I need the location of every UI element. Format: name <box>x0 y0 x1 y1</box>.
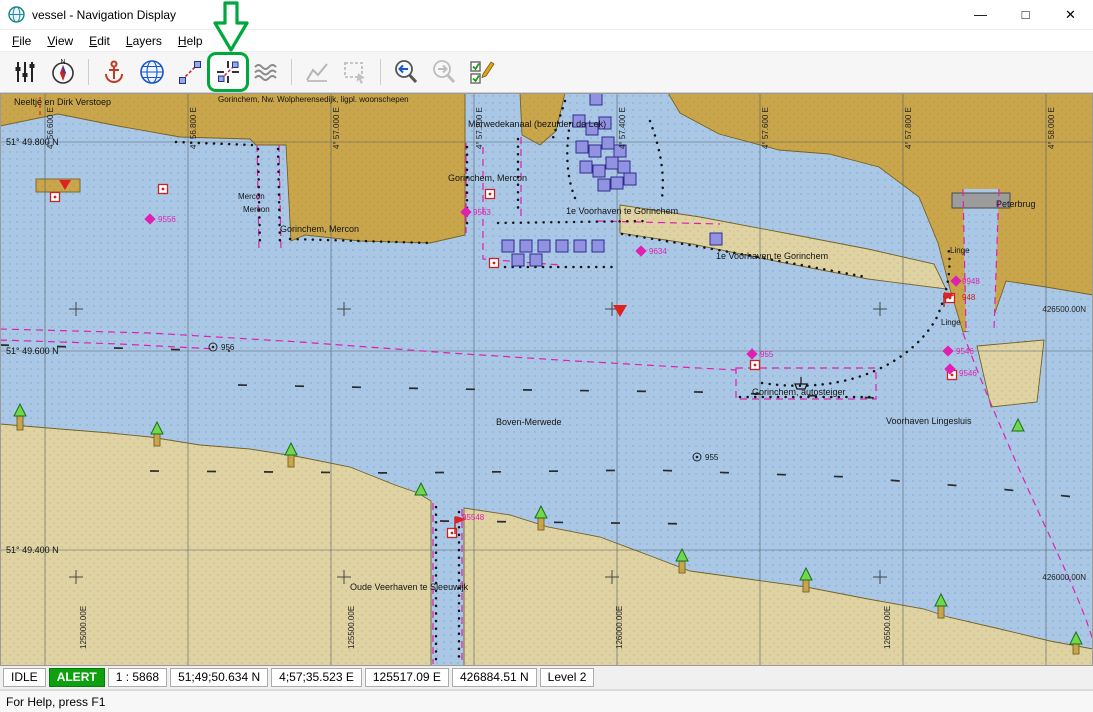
svg-text:Voorhaven Lingesluis: Voorhaven Lingesluis <box>886 416 972 426</box>
route-icon <box>177 59 203 85</box>
svg-text:Linge: Linge <box>941 318 961 327</box>
menu-help[interactable]: Help <box>170 32 211 50</box>
svg-text:4° 57.800 E: 4° 57.800 E <box>904 107 913 149</box>
compass-icon: N <box>49 58 77 86</box>
select-region-button[interactable] <box>337 55 373 89</box>
chart-area[interactable]: Neeltje en Dirk Verstoep Gorinchem, Nw. … <box>0 93 1093 666</box>
status-longitude: 4;57;35.523 E <box>271 668 362 687</box>
svg-text:4° 58.000 E: 4° 58.000 E <box>1047 107 1056 149</box>
svg-text:Gorinchem, autosteiger: Gorinchem, autosteiger <box>752 387 846 397</box>
svg-text:1e Voorhaven te Gorinchem: 1e Voorhaven te Gorinchem <box>716 251 828 261</box>
svg-text:95548: 95548 <box>462 513 485 522</box>
svg-text:9546: 9546 <box>959 369 977 378</box>
globe-icon <box>138 58 166 86</box>
svg-text:Oude Veerhaven te Sleeuwijk: Oude Veerhaven te Sleeuwijk <box>350 582 469 592</box>
menubar: File View Edit Layers Help <box>0 30 1093 52</box>
close-button[interactable]: ✕ <box>1048 0 1093 29</box>
waves-icon <box>252 58 280 86</box>
minimize-button[interactable]: — <box>958 0 1003 29</box>
svg-text:126000.00E: 126000.00E <box>615 606 624 649</box>
svg-text:9634: 9634 <box>649 247 667 256</box>
waves-button[interactable] <box>248 55 284 89</box>
svg-text:9563: 9563 <box>473 208 491 217</box>
svg-text:N: N <box>60 59 65 66</box>
menu-view[interactable]: View <box>39 32 81 50</box>
svg-text:4° 57.400 E: 4° 57.400 E <box>618 107 627 149</box>
svg-text:426000.00N: 426000.00N <box>1042 573 1086 582</box>
svg-text:Merwedekanaal (bezuiden de Lek: Merwedekanaal (bezuiden de Lek) <box>468 119 606 129</box>
svg-text:125000.00E: 125000.00E <box>79 606 88 649</box>
sliders-icon <box>12 59 38 85</box>
sliders-button[interactable] <box>7 55 43 89</box>
svg-text:948: 948 <box>962 293 976 302</box>
pier-west <box>36 179 80 192</box>
svg-text:Linge: Linge <box>950 246 970 255</box>
titlebar: vessel - Navigation Display — □ ✕ <box>0 0 1093 30</box>
zoom-next-button[interactable] <box>426 55 462 89</box>
status-level: Level 2 <box>540 668 595 687</box>
svg-text:956: 956 <box>221 343 235 352</box>
svg-text:126500.00E: 126500.00E <box>883 606 892 649</box>
svg-text:4° 57.000 E: 4° 57.000 E <box>332 107 341 149</box>
svg-text:Gorinchem, Nw. Wolpherensedijk: Gorinchem, Nw. Wolpherensedijk, ligpl. w… <box>218 95 409 104</box>
area-chart-button[interactable] <box>299 55 335 89</box>
svg-text:125500.00E: 125500.00E <box>347 606 356 649</box>
status-latitude: 51;49;50.634 N <box>170 668 268 687</box>
anchor-icon <box>101 59 127 85</box>
status-alert: ALERT <box>49 668 105 687</box>
status-northing: 426884.51 N <box>452 668 537 687</box>
svg-text:Mercon: Mercon <box>243 205 270 214</box>
svg-text:1e Voorhaven te Gorinchem: 1e Voorhaven te Gorinchem <box>566 206 678 216</box>
verify-layers-icon <box>468 58 496 86</box>
svg-text:9948: 9948 <box>962 277 980 286</box>
svg-text:Neeltje en Dirk Verstoep: Neeltje en Dirk Verstoep <box>14 97 111 107</box>
svg-text:4° 56.600 E: 4° 56.600 E <box>46 107 55 149</box>
compass-button[interactable]: N <box>45 55 81 89</box>
svg-text:51° 49.600 N: 51° 49.600 N <box>6 346 59 356</box>
help-text: For Help, press F1 <box>6 695 105 709</box>
toolbar-separator <box>380 59 381 85</box>
nautical-chart: Neeltje en Dirk Verstoep Gorinchem, Nw. … <box>0 93 1093 666</box>
statusbar: IDLE ALERT 1 : 5868 51;49;50.634 N 4;57;… <box>0 666 1093 690</box>
svg-text:9546: 9546 <box>956 347 974 356</box>
svg-text:955: 955 <box>760 350 774 359</box>
area-chart-icon <box>304 59 330 85</box>
window-title: vessel - Navigation Display <box>32 8 958 22</box>
edit-route-icon <box>215 59 241 85</box>
linge-channel <box>963 189 999 331</box>
edit-route-button[interactable] <box>210 55 246 89</box>
status-scale: 1 : 5868 <box>108 668 167 687</box>
svg-text:4° 56.800 E: 4° 56.800 E <box>189 107 198 149</box>
app-icon <box>8 6 25 23</box>
menu-edit[interactable]: Edit <box>81 32 118 50</box>
svg-text:4° 57.600 E: 4° 57.600 E <box>761 107 770 149</box>
status-mode: IDLE <box>3 668 46 687</box>
select-region-icon <box>342 59 368 85</box>
route-button[interactable] <box>172 55 208 89</box>
svg-text:Mercon: Mercon <box>238 192 265 201</box>
toolbar-separator <box>291 59 292 85</box>
svg-text:Peterbrug: Peterbrug <box>996 199 1036 209</box>
globe-button[interactable] <box>134 55 170 89</box>
anchor-button[interactable] <box>96 55 132 89</box>
maximize-button[interactable]: □ <box>1003 0 1048 29</box>
zoom-previous-icon <box>392 58 420 86</box>
helpbar: For Help, press F1 <box>0 690 1093 712</box>
svg-text:4° 57.200 E: 4° 57.200 E <box>475 107 484 149</box>
menu-file[interactable]: File <box>4 32 39 50</box>
svg-text:Gorinchem, Mercon: Gorinchem, Mercon <box>280 224 359 234</box>
svg-text:Boven-Merwede: Boven-Merwede <box>496 417 562 427</box>
menu-layers[interactable]: Layers <box>118 32 170 50</box>
zoom-next-icon <box>430 58 458 86</box>
svg-text:426500.00N: 426500.00N <box>1042 305 1086 314</box>
status-easting: 125517.09 E <box>365 668 449 687</box>
svg-text:51° 49.400 N: 51° 49.400 N <box>6 545 59 555</box>
svg-text:9556: 9556 <box>158 215 176 224</box>
toolbar-separator <box>88 59 89 85</box>
svg-text:Gorinchem, Mercon: Gorinchem, Mercon <box>448 173 527 183</box>
verify-layers-button[interactable] <box>464 55 500 89</box>
zoom-previous-button[interactable] <box>388 55 424 89</box>
svg-text:955: 955 <box>705 453 719 462</box>
toolbar: N <box>0 52 1093 93</box>
